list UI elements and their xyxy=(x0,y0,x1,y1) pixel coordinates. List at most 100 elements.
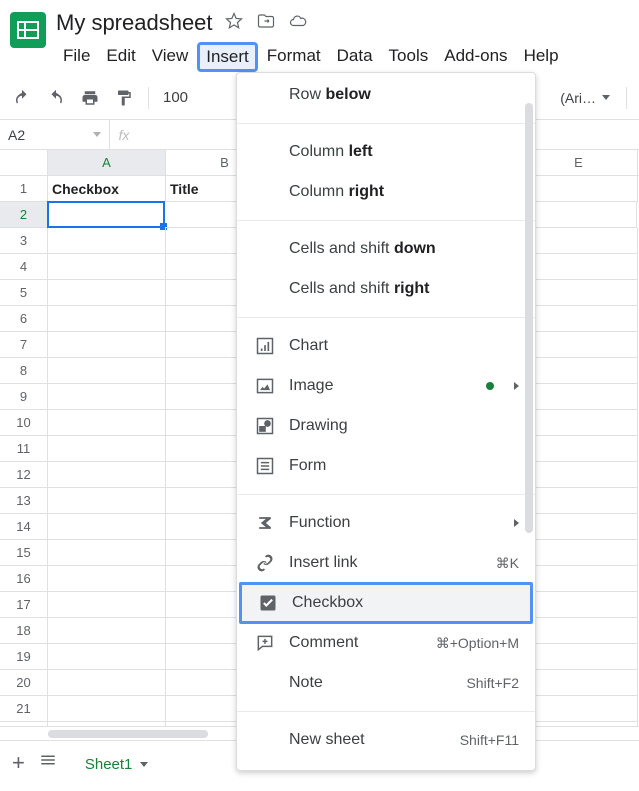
cell[interactable] xyxy=(520,592,638,618)
insert-drawing[interactable]: Drawing xyxy=(237,406,535,446)
row-header[interactable]: 17 xyxy=(0,592,48,618)
col-header[interactable]: E xyxy=(520,150,638,175)
insert-checkbox[interactable]: Checkbox xyxy=(239,582,533,624)
cell[interactable] xyxy=(48,462,166,488)
insert-column-right[interactable]: Column right xyxy=(237,172,535,212)
cell[interactable] xyxy=(48,566,166,592)
row-header[interactable]: 8 xyxy=(0,358,48,384)
menu-format[interactable]: Format xyxy=(260,42,328,72)
name-box[interactable]: A2 xyxy=(0,120,110,149)
row-header[interactable]: 3 xyxy=(0,228,48,254)
insert-note[interactable]: NoteShift+F2 xyxy=(237,663,535,703)
cell[interactable] xyxy=(48,410,166,436)
add-sheet-button[interactable]: + xyxy=(12,750,25,776)
row-header[interactable]: 1 xyxy=(0,176,48,202)
cell[interactable] xyxy=(48,280,166,306)
cell[interactable] xyxy=(520,332,638,358)
cell[interactable] xyxy=(520,462,638,488)
paint-format-button[interactable] xyxy=(110,84,138,112)
row-header[interactable]: 12 xyxy=(0,462,48,488)
insert-new-sheet[interactable]: New sheetShift+F11 xyxy=(237,720,535,760)
row-header[interactable]: 19 xyxy=(0,644,48,670)
cell[interactable]: Checkbox xyxy=(48,176,166,202)
cell[interactable] xyxy=(520,670,638,696)
cell[interactable] xyxy=(520,228,638,254)
row-header[interactable]: 16 xyxy=(0,566,48,592)
row-header[interactable]: 18 xyxy=(0,618,48,644)
cell[interactable] xyxy=(47,201,165,228)
row-header[interactable]: 7 xyxy=(0,332,48,358)
menu-file[interactable]: File xyxy=(56,42,97,72)
cell[interactable] xyxy=(48,644,166,670)
insert-chart[interactable]: Chart xyxy=(237,326,535,366)
cell[interactable] xyxy=(48,592,166,618)
cell[interactable] xyxy=(520,410,638,436)
menu-tools[interactable]: Tools xyxy=(382,42,436,72)
redo-button[interactable] xyxy=(42,84,70,112)
cell[interactable] xyxy=(48,436,166,462)
cell[interactable] xyxy=(520,618,638,644)
cell[interactable] xyxy=(520,540,638,566)
cell[interactable] xyxy=(48,254,166,280)
insert-comment[interactable]: Comment⌘+Option+M xyxy=(237,623,535,663)
menu-insert[interactable]: Insert xyxy=(197,42,258,72)
insert-form[interactable]: Form xyxy=(237,446,535,486)
all-sheets-button[interactable] xyxy=(39,751,57,774)
cell[interactable] xyxy=(48,384,166,410)
cell[interactable] xyxy=(520,306,638,332)
row-header[interactable]: 21 xyxy=(0,696,48,722)
cell[interactable] xyxy=(519,202,637,228)
row-header[interactable]: 5 xyxy=(0,280,48,306)
row-header[interactable]: 15 xyxy=(0,540,48,566)
menu-add-ons[interactable]: Add-ons xyxy=(437,42,514,72)
cell[interactable] xyxy=(520,566,638,592)
print-button[interactable] xyxy=(76,84,104,112)
cell[interactable] xyxy=(48,306,166,332)
undo-button[interactable] xyxy=(8,84,36,112)
cell[interactable] xyxy=(48,722,166,726)
cell[interactable] xyxy=(48,540,166,566)
cell[interactable] xyxy=(520,644,638,670)
cell[interactable] xyxy=(48,358,166,384)
move-icon[interactable] xyxy=(257,12,275,35)
cell[interactable] xyxy=(520,488,638,514)
cell[interactable] xyxy=(48,670,166,696)
col-header[interactable]: A xyxy=(48,150,166,175)
font-picker[interactable]: (Ari… xyxy=(554,88,616,108)
row-header[interactable]: 6 xyxy=(0,306,48,332)
cell[interactable] xyxy=(520,358,638,384)
cell[interactable] xyxy=(48,228,166,254)
cell[interactable] xyxy=(48,514,166,540)
insert-cells-and-shift-down[interactable]: Cells and shift down xyxy=(237,229,535,269)
menu-data[interactable]: Data xyxy=(330,42,380,72)
cell[interactable] xyxy=(48,488,166,514)
row-header[interactable]: 4 xyxy=(0,254,48,280)
menu-help[interactable]: Help xyxy=(517,42,566,72)
menu-edit[interactable]: Edit xyxy=(99,42,142,72)
insert-function[interactable]: Function xyxy=(237,503,535,543)
star-icon[interactable] xyxy=(225,12,243,35)
row-header[interactable]: 11 xyxy=(0,436,48,462)
cell[interactable] xyxy=(520,436,638,462)
cell[interactable] xyxy=(520,280,638,306)
cell[interactable] xyxy=(520,722,638,726)
select-all-corner[interactable] xyxy=(0,150,48,175)
menu-view[interactable]: View xyxy=(145,42,196,72)
cell[interactable] xyxy=(48,618,166,644)
insert-image[interactable]: Image xyxy=(237,366,535,406)
row-header[interactable]: 9 xyxy=(0,384,48,410)
row-header[interactable]: 2 xyxy=(0,202,48,228)
cell[interactable] xyxy=(520,514,638,540)
insert-insert-link[interactable]: Insert link⌘K xyxy=(237,543,535,583)
doc-title[interactable]: My spreadsheet xyxy=(56,10,213,36)
zoom-picker[interactable]: 100 xyxy=(159,89,192,106)
row-header[interactable]: 13 xyxy=(0,488,48,514)
insert-cells-and-shift-right[interactable]: Cells and shift right xyxy=(237,269,535,309)
row-header[interactable]: 10 xyxy=(0,410,48,436)
row-header[interactable]: 20 xyxy=(0,670,48,696)
cell[interactable] xyxy=(520,696,638,722)
cell[interactable] xyxy=(520,254,638,280)
sheet-tab[interactable]: Sheet1 xyxy=(71,743,163,783)
cell[interactable] xyxy=(48,332,166,358)
menu-scrollbar[interactable] xyxy=(525,79,533,764)
